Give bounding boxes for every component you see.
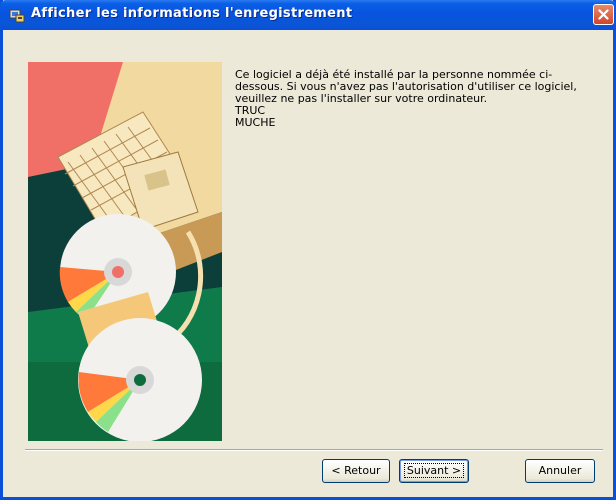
cancel-button[interactable]: Annuler: [525, 459, 595, 483]
setup-dialog: Afficher les informations l'enregistreme…: [0, 0, 616, 500]
setup-icon: [9, 7, 25, 23]
next-button[interactable]: Suivant >: [399, 459, 469, 483]
title-bar[interactable]: Afficher les informations l'enregistreme…: [0, 0, 616, 30]
registered-user-last: MUCHE: [235, 116, 276, 129]
dialog-client: Ce logiciel a déjà été installé par la p…: [3, 30, 613, 497]
computer-disk-illustration: [28, 62, 222, 441]
next-button-label: Suivant >: [403, 463, 465, 478]
window-title: Afficher les informations l'enregistreme…: [31, 6, 353, 21]
separator: [25, 449, 603, 451]
close-button[interactable]: [593, 4, 614, 25]
info-text: Ce logiciel a déjà été installé par la p…: [235, 69, 585, 129]
registered-user-first: TRUC: [235, 104, 266, 117]
close-icon: [598, 9, 609, 20]
back-button[interactable]: < Retour: [322, 459, 390, 483]
registration-message: Ce logiciel a déjà été installé par la p…: [235, 68, 577, 105]
